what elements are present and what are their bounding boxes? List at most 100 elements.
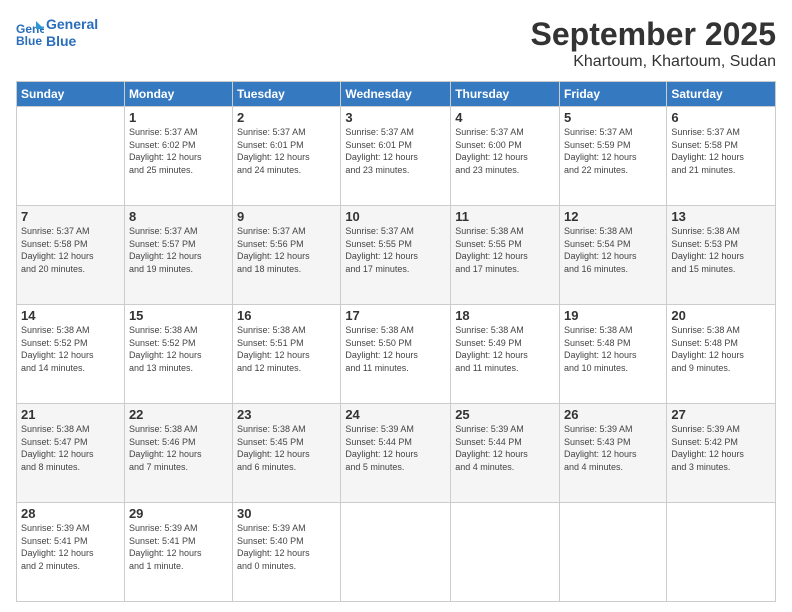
day-info: Sunrise: 5:37 AM Sunset: 6:01 PM Dayligh…: [345, 126, 446, 176]
day-info: Sunrise: 5:37 AM Sunset: 5:57 PM Dayligh…: [129, 225, 228, 275]
day-info: Sunrise: 5:39 AM Sunset: 5:44 PM Dayligh…: [455, 423, 555, 473]
day-info: Sunrise: 5:37 AM Sunset: 5:58 PM Dayligh…: [671, 126, 771, 176]
calendar-cell: 8Sunrise: 5:37 AM Sunset: 5:57 PM Daylig…: [124, 206, 232, 305]
day-number: 2: [237, 110, 336, 125]
day-info: Sunrise: 5:38 AM Sunset: 5:45 PM Dayligh…: [237, 423, 336, 473]
day-number: 15: [129, 308, 228, 323]
day-info: Sunrise: 5:37 AM Sunset: 5:59 PM Dayligh…: [564, 126, 662, 176]
day-number: 11: [455, 209, 555, 224]
day-number: 6: [671, 110, 771, 125]
calendar-cell: 4Sunrise: 5:37 AM Sunset: 6:00 PM Daylig…: [451, 107, 560, 206]
calendar-cell: 1Sunrise: 5:37 AM Sunset: 6:02 PM Daylig…: [124, 107, 232, 206]
day-info: Sunrise: 5:38 AM Sunset: 5:55 PM Dayligh…: [455, 225, 555, 275]
calendar-cell: 6Sunrise: 5:37 AM Sunset: 5:58 PM Daylig…: [667, 107, 776, 206]
calendar-cell: [341, 503, 451, 602]
day-number: 19: [564, 308, 662, 323]
calendar-cell: 13Sunrise: 5:38 AM Sunset: 5:53 PM Dayli…: [667, 206, 776, 305]
day-number: 26: [564, 407, 662, 422]
calendar-cell: 9Sunrise: 5:37 AM Sunset: 5:56 PM Daylig…: [233, 206, 341, 305]
calendar-cell: 23Sunrise: 5:38 AM Sunset: 5:45 PM Dayli…: [233, 404, 341, 503]
calendar-cell: 11Sunrise: 5:38 AM Sunset: 5:55 PM Dayli…: [451, 206, 560, 305]
calendar-cell: 29Sunrise: 5:39 AM Sunset: 5:41 PM Dayli…: [124, 503, 232, 602]
day-info: Sunrise: 5:39 AM Sunset: 5:41 PM Dayligh…: [21, 522, 120, 572]
col-header-tuesday: Tuesday: [233, 82, 341, 107]
day-number: 7: [21, 209, 120, 224]
calendar-cell: 12Sunrise: 5:38 AM Sunset: 5:54 PM Dayli…: [560, 206, 667, 305]
calendar-cell: 2Sunrise: 5:37 AM Sunset: 6:01 PM Daylig…: [233, 107, 341, 206]
day-info: Sunrise: 5:38 AM Sunset: 5:48 PM Dayligh…: [671, 324, 771, 374]
day-info: Sunrise: 5:38 AM Sunset: 5:48 PM Dayligh…: [564, 324, 662, 374]
day-number: 16: [237, 308, 336, 323]
day-number: 22: [129, 407, 228, 422]
day-number: 3: [345, 110, 446, 125]
day-info: Sunrise: 5:37 AM Sunset: 5:55 PM Dayligh…: [345, 225, 446, 275]
day-number: 25: [455, 407, 555, 422]
day-number: 8: [129, 209, 228, 224]
day-number: 17: [345, 308, 446, 323]
calendar-cell: 15Sunrise: 5:38 AM Sunset: 5:52 PM Dayli…: [124, 305, 232, 404]
calendar-cell: [451, 503, 560, 602]
col-header-thursday: Thursday: [451, 82, 560, 107]
day-number: 18: [455, 308, 555, 323]
calendar: SundayMondayTuesdayWednesdayThursdayFrid…: [16, 81, 776, 602]
calendar-cell: 27Sunrise: 5:39 AM Sunset: 5:42 PM Dayli…: [667, 404, 776, 503]
calendar-cell: 3Sunrise: 5:37 AM Sunset: 6:01 PM Daylig…: [341, 107, 451, 206]
calendar-cell: [667, 503, 776, 602]
col-header-monday: Monday: [124, 82, 232, 107]
title-block: September 2025 Khartoum, Khartoum, Sudan: [531, 16, 776, 71]
day-info: Sunrise: 5:39 AM Sunset: 5:43 PM Dayligh…: [564, 423, 662, 473]
day-number: 4: [455, 110, 555, 125]
day-info: Sunrise: 5:38 AM Sunset: 5:46 PM Dayligh…: [129, 423, 228, 473]
day-number: 24: [345, 407, 446, 422]
day-info: Sunrise: 5:38 AM Sunset: 5:51 PM Dayligh…: [237, 324, 336, 374]
day-info: Sunrise: 5:38 AM Sunset: 5:49 PM Dayligh…: [455, 324, 555, 374]
day-number: 21: [21, 407, 120, 422]
day-number: 1: [129, 110, 228, 125]
calendar-cell: 10Sunrise: 5:37 AM Sunset: 5:55 PM Dayli…: [341, 206, 451, 305]
day-info: Sunrise: 5:38 AM Sunset: 5:47 PM Dayligh…: [21, 423, 120, 473]
calendar-cell: 17Sunrise: 5:38 AM Sunset: 5:50 PM Dayli…: [341, 305, 451, 404]
col-header-saturday: Saturday: [667, 82, 776, 107]
calendar-cell: 26Sunrise: 5:39 AM Sunset: 5:43 PM Dayli…: [560, 404, 667, 503]
logo: General Blue General Blue: [16, 16, 98, 50]
day-number: 13: [671, 209, 771, 224]
svg-text:Blue: Blue: [16, 34, 42, 47]
day-number: 29: [129, 506, 228, 521]
day-info: Sunrise: 5:38 AM Sunset: 5:50 PM Dayligh…: [345, 324, 446, 374]
calendar-cell: 22Sunrise: 5:38 AM Sunset: 5:46 PM Dayli…: [124, 404, 232, 503]
day-info: Sunrise: 5:37 AM Sunset: 6:00 PM Dayligh…: [455, 126, 555, 176]
day-info: Sunrise: 5:37 AM Sunset: 6:02 PM Dayligh…: [129, 126, 228, 176]
day-number: 14: [21, 308, 120, 323]
day-number: 12: [564, 209, 662, 224]
col-header-wednesday: Wednesday: [341, 82, 451, 107]
day-info: Sunrise: 5:39 AM Sunset: 5:40 PM Dayligh…: [237, 522, 336, 572]
day-number: 9: [237, 209, 336, 224]
day-info: Sunrise: 5:37 AM Sunset: 5:58 PM Dayligh…: [21, 225, 120, 275]
day-number: 28: [21, 506, 120, 521]
page-subtitle: Khartoum, Khartoum, Sudan: [531, 53, 776, 71]
calendar-cell: 20Sunrise: 5:38 AM Sunset: 5:48 PM Dayli…: [667, 305, 776, 404]
day-number: 10: [345, 209, 446, 224]
calendar-cell: 25Sunrise: 5:39 AM Sunset: 5:44 PM Dayli…: [451, 404, 560, 503]
col-header-sunday: Sunday: [17, 82, 125, 107]
day-info: Sunrise: 5:39 AM Sunset: 5:42 PM Dayligh…: [671, 423, 771, 473]
calendar-cell: 19Sunrise: 5:38 AM Sunset: 5:48 PM Dayli…: [560, 305, 667, 404]
day-info: Sunrise: 5:38 AM Sunset: 5:52 PM Dayligh…: [21, 324, 120, 374]
day-info: Sunrise: 5:38 AM Sunset: 5:54 PM Dayligh…: [564, 225, 662, 275]
calendar-cell: 16Sunrise: 5:38 AM Sunset: 5:51 PM Dayli…: [233, 305, 341, 404]
day-info: Sunrise: 5:37 AM Sunset: 6:01 PM Dayligh…: [237, 126, 336, 176]
day-number: 20: [671, 308, 771, 323]
col-header-friday: Friday: [560, 82, 667, 107]
day-number: 27: [671, 407, 771, 422]
calendar-cell: 21Sunrise: 5:38 AM Sunset: 5:47 PM Dayli…: [17, 404, 125, 503]
calendar-cell: [17, 107, 125, 206]
day-info: Sunrise: 5:38 AM Sunset: 5:53 PM Dayligh…: [671, 225, 771, 275]
day-info: Sunrise: 5:39 AM Sunset: 5:44 PM Dayligh…: [345, 423, 446, 473]
calendar-cell: 14Sunrise: 5:38 AM Sunset: 5:52 PM Dayli…: [17, 305, 125, 404]
day-info: Sunrise: 5:39 AM Sunset: 5:41 PM Dayligh…: [129, 522, 228, 572]
day-info: Sunrise: 5:38 AM Sunset: 5:52 PM Dayligh…: [129, 324, 228, 374]
day-number: 30: [237, 506, 336, 521]
calendar-cell: 18Sunrise: 5:38 AM Sunset: 5:49 PM Dayli…: [451, 305, 560, 404]
day-info: Sunrise: 5:37 AM Sunset: 5:56 PM Dayligh…: [237, 225, 336, 275]
day-number: 5: [564, 110, 662, 125]
